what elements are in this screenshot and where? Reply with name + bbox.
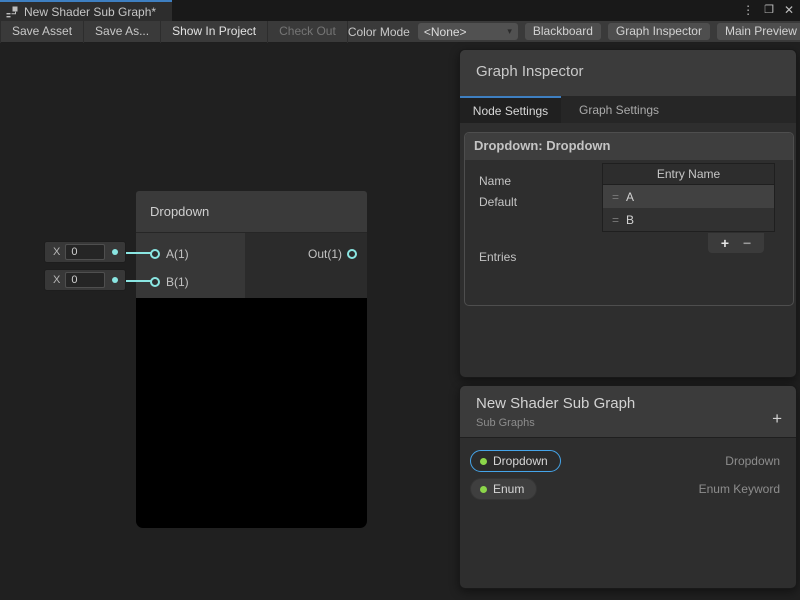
node-title-dropdown[interactable]: Dropdown	[136, 191, 367, 233]
input-port-b-label: B(1)	[166, 275, 189, 289]
color-mode-value: <None>	[424, 25, 467, 39]
x-component-label: X	[53, 246, 60, 258]
add-entry-button[interactable]: +	[721, 235, 729, 251]
drag-handle-icon[interactable]: =	[612, 213, 619, 227]
entries-list: Entry Name = A = B	[602, 163, 775, 232]
edge-b	[124, 280, 152, 282]
blackboard-title: New Shader Sub Graph	[476, 395, 635, 412]
close-icon[interactable]: ✕	[784, 0, 794, 21]
input-port-b-icon[interactable]	[150, 277, 160, 287]
output-port-icon[interactable]	[347, 249, 357, 259]
default-input-b: X 0	[44, 269, 126, 291]
graph-inspector-toggle-button[interactable]: Graph Inspector	[608, 23, 710, 40]
maximize-icon[interactable]: ❐	[764, 0, 774, 21]
blackboard-row: Dropdown Dropdown	[460, 450, 796, 474]
value-field-b[interactable]: 0	[65, 272, 105, 288]
entry-name: A	[626, 190, 634, 204]
entries-label: Entries	[479, 250, 516, 264]
tab-title: New Shader Sub Graph*	[24, 5, 156, 19]
value-field-a[interactable]: 0	[65, 244, 105, 260]
save-asset-button[interactable]: Save Asset	[0, 21, 84, 43]
entry-row[interactable]: = B	[603, 208, 774, 231]
shader-graph-window: New Shader Sub Graph* ⋮ ❐ ✕ Save Asset S…	[0, 0, 800, 600]
inspector-header[interactable]: Graph Inspector	[460, 50, 796, 96]
entries-list-header: Entry Name	[603, 164, 774, 185]
input-port-a-icon[interactable]	[150, 249, 160, 259]
node-output-section	[245, 233, 367, 298]
exposed-dot-icon	[480, 458, 487, 465]
property-type-label: Dropdown	[725, 454, 780, 468]
output-port-label: Out(1)	[245, 247, 342, 261]
property-name: Dropdown	[493, 454, 548, 468]
edge-a	[124, 252, 152, 254]
kebab-menu-icon[interactable]: ⋮	[742, 0, 754, 21]
title-bar: New Shader Sub Graph* ⋮ ❐ ✕	[0, 0, 800, 21]
show-in-project-button[interactable]: Show In Project	[161, 21, 268, 43]
input-port-a-label: A(1)	[166, 247, 189, 261]
property-pill-enum[interactable]: Enum	[470, 478, 537, 500]
tab-node-settings[interactable]: Node Settings	[460, 96, 561, 123]
default-label: Default	[479, 195, 517, 209]
blackboard-subtitle: Sub Graphs	[476, 417, 535, 429]
x-component-label: X	[53, 274, 60, 286]
blackboard-panel: New Shader Sub Graph Sub Graphs + Dropdo…	[459, 385, 797, 589]
remove-entry-button[interactable]: −	[743, 235, 751, 251]
name-label: Name	[479, 174, 511, 188]
shader-graph-icon	[6, 6, 18, 18]
main-preview-toggle-button[interactable]: Main Preview	[717, 23, 800, 40]
add-property-button[interactable]: +	[772, 410, 782, 427]
tab-graph-settings[interactable]: Graph Settings	[561, 96, 677, 123]
dropdown-arrow-icon: ▾	[507, 26, 512, 37]
stub-port-icon	[112, 277, 118, 283]
graph-toolbar: Save Asset Save As... Show In Project Ch…	[0, 21, 800, 43]
property-type-label: Enum Keyword	[699, 482, 780, 496]
default-input-a: X 0	[44, 241, 126, 263]
inspector-tabstrip: Node Settings Graph Settings	[460, 96, 796, 123]
blackboard-toggle-button[interactable]: Blackboard	[525, 23, 601, 40]
entries-list-footer: + −	[708, 233, 764, 253]
entry-name: B	[626, 213, 634, 227]
check-out-button: Check Out	[268, 21, 348, 43]
color-mode-dropdown[interactable]: <None> ▾	[418, 23, 518, 40]
blackboard-header[interactable]: New Shader Sub Graph Sub Graphs +	[460, 386, 796, 438]
inspector-title: Graph Inspector	[476, 63, 584, 80]
exposed-dot-icon	[480, 486, 487, 493]
entry-row[interactable]: = A	[603, 185, 774, 208]
property-name: Enum	[493, 482, 524, 496]
drag-handle-icon[interactable]: =	[612, 190, 619, 204]
document-tab[interactable]: New Shader Sub Graph*	[0, 0, 172, 21]
blackboard-row: Enum Enum Keyword	[460, 478, 796, 502]
node-preview[interactable]	[136, 298, 367, 528]
node-input-section	[136, 233, 245, 298]
section-title: Dropdown: Dropdown	[465, 133, 793, 160]
save-as-button[interactable]: Save As...	[84, 21, 161, 43]
property-pill-dropdown[interactable]: Dropdown	[470, 450, 561, 472]
graph-inspector-panel: Graph Inspector Node Settings Graph Sett…	[459, 49, 797, 378]
color-mode-label: Color Mode	[348, 25, 410, 39]
stub-port-icon	[112, 249, 118, 255]
